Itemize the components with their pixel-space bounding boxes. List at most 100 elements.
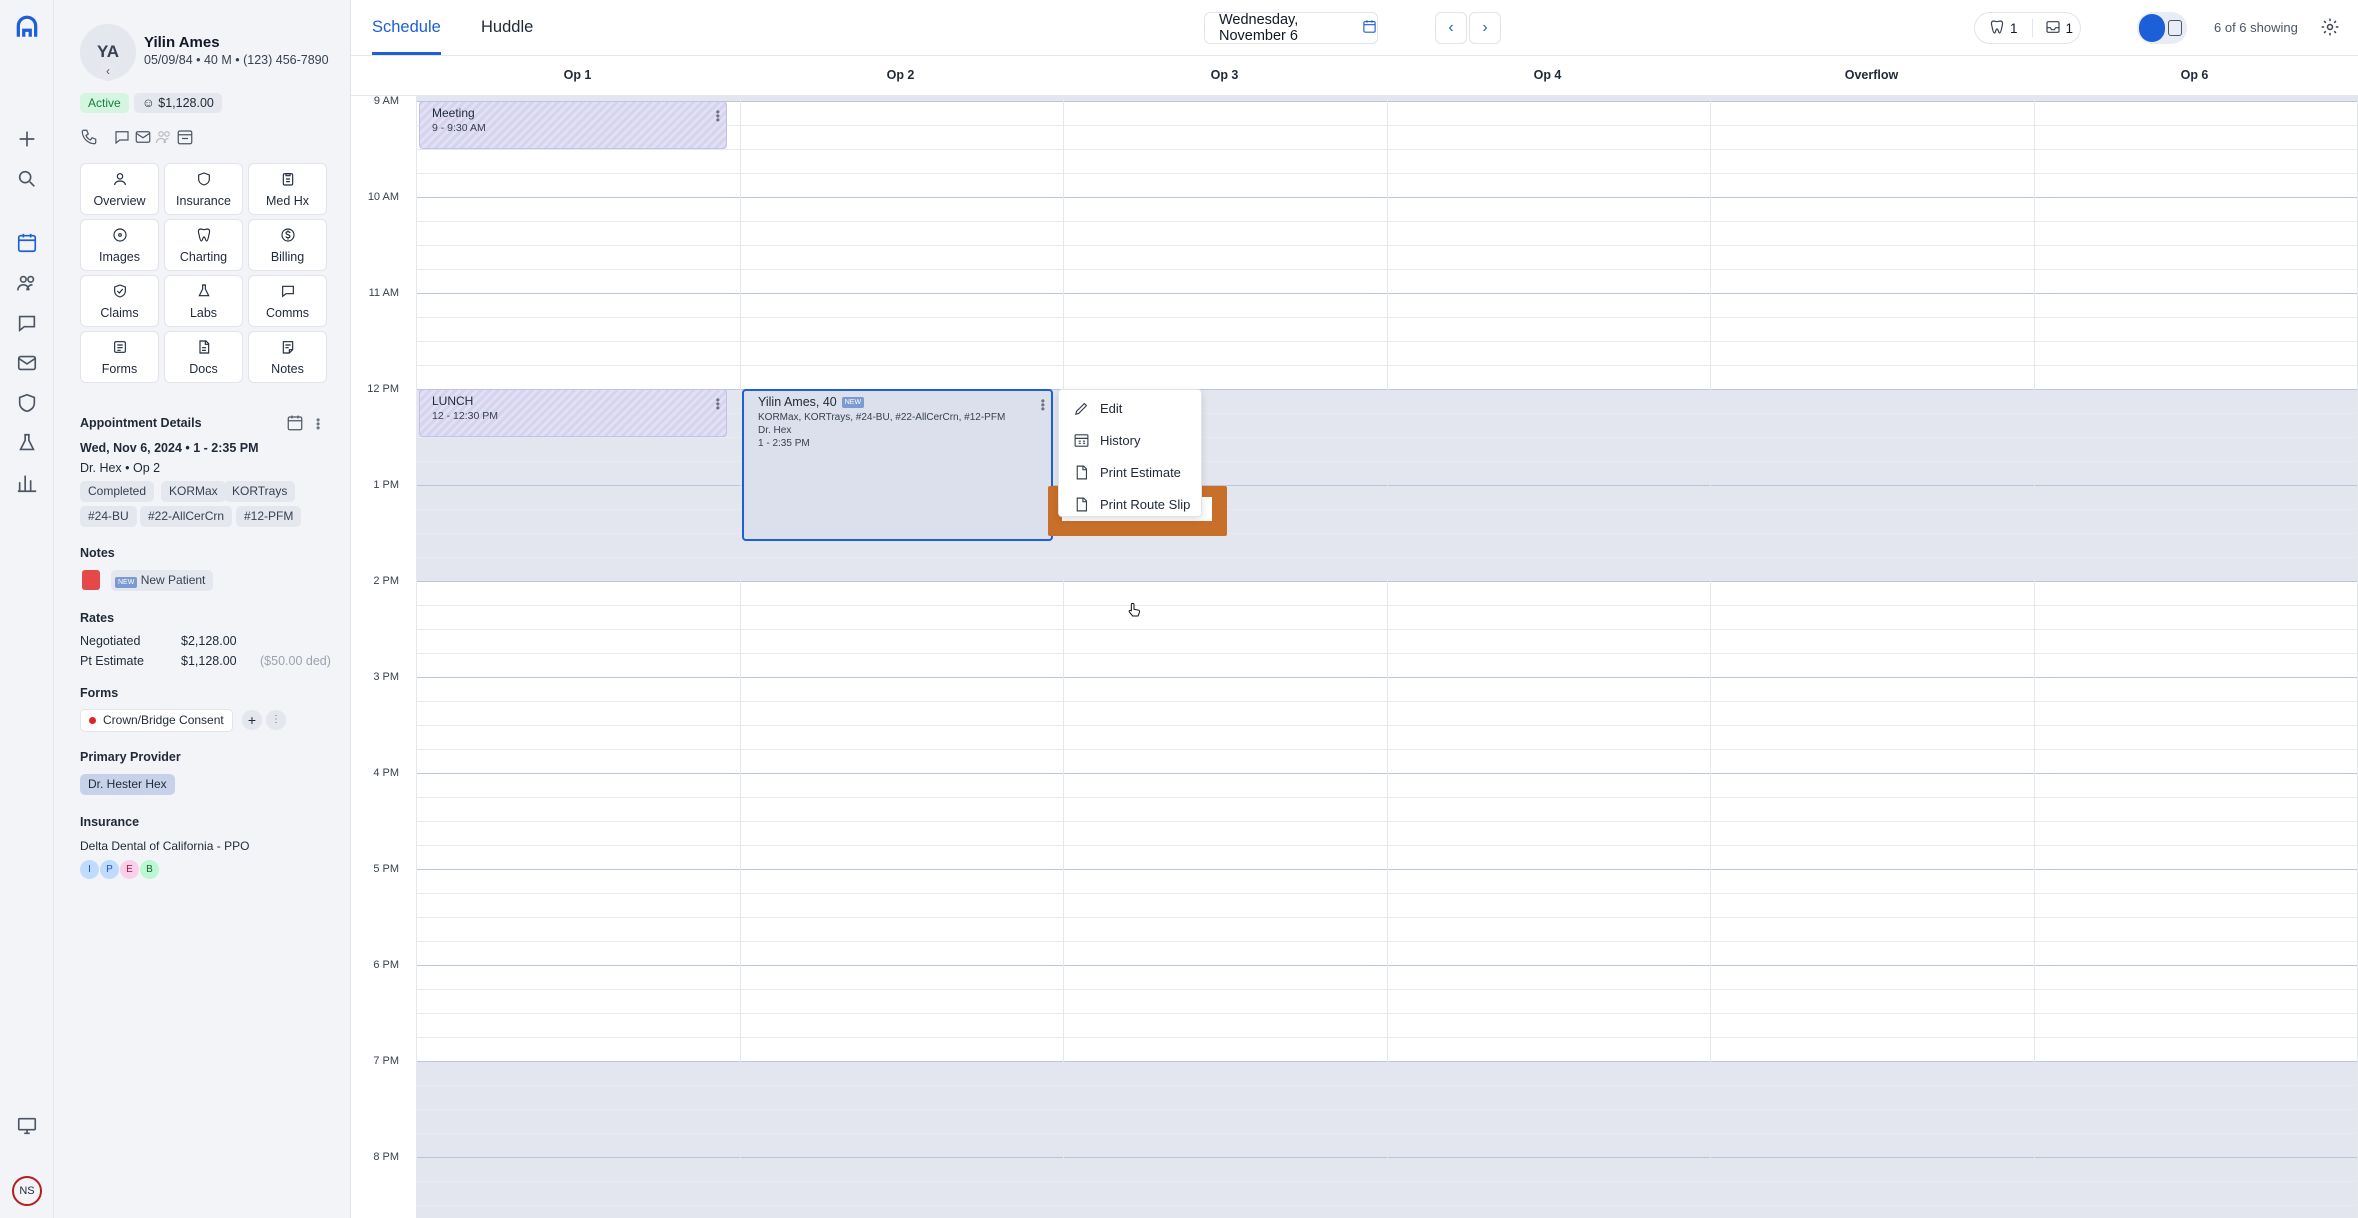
new-patient-note[interactable]: NEW New Patient — [111, 570, 214, 591]
appointment-card[interactable]: Yilin Ames, 40 NEW KORMax, KORTrays, #24-… — [742, 389, 1053, 541]
form-status-dot — [89, 717, 96, 724]
tab-schedule[interactable]: Schedule — [372, 18, 441, 37]
count-a: 1 — [2010, 20, 2018, 36]
more-options-icon[interactable]: • • • — [1041, 395, 1045, 415]
left-nav: NS — [0, 0, 54, 1218]
email-icon[interactable] — [134, 128, 152, 146]
form-item[interactable]: Crown/Bridge Consent — [80, 709, 233, 732]
insurance-plan[interactable]: Delta Dental of California - PPO — [80, 839, 249, 853]
calendar-icon[interactable] — [286, 414, 304, 432]
patient-name[interactable]: Yilin Ames — [144, 34, 220, 51]
column-header-op2[interactable]: Op 2 — [739, 68, 1062, 82]
more-options-icon[interactable]: • • • — [316, 414, 320, 434]
appointment-tag: #22-AllCerCrn — [140, 506, 233, 527]
date-picker[interactable]: Wednesday, November 6 — [1204, 12, 1378, 44]
appointment-tag: #12-PFM — [236, 506, 302, 527]
gear-icon[interactable] — [2320, 17, 2340, 37]
flask-icon[interactable] — [14, 430, 40, 456]
form-item-label: Crown/Bridge Consent — [103, 713, 224, 727]
columns-showing[interactable]: 6 of 6 showing — [2214, 20, 2298, 35]
shield-icon[interactable] — [14, 390, 40, 416]
column-header-op1[interactable]: Op 1 — [416, 68, 739, 82]
collapse-panel-button[interactable]: ‹ — [98, 61, 118, 81]
column-header-overflow[interactable]: Overflow — [1710, 68, 2033, 82]
person-icon: ☺ — [142, 96, 159, 110]
column-header-op4[interactable]: Op 4 — [1386, 68, 1709, 82]
menu-label: Edit — [1100, 401, 1123, 416]
portal-icon[interactable] — [155, 128, 173, 146]
insurance-badge[interactable]: B — [140, 860, 159, 879]
schedule-icon[interactable] — [14, 230, 40, 256]
tile-forms[interactable]: Forms — [80, 331, 159, 383]
menu-item-edit[interactable]: Edit — [1073, 400, 1122, 417]
previous-day-button[interactable]: ‹ — [1435, 12, 1467, 44]
time-label: 7 PM — [373, 1055, 399, 1067]
appointment-time: 1 - 2:35 PM — [758, 438, 810, 449]
column-header-op6[interactable]: Op 6 — [2033, 68, 2356, 82]
insurance-badge[interactable]: I — [80, 860, 99, 879]
form-icon — [112, 339, 128, 358]
block-time: 9 - 9:30 AM — [432, 122, 486, 134]
tile-overview[interactable]: Overview — [80, 163, 159, 215]
column-header-op3[interactable]: Op 3 — [1063, 68, 1386, 82]
inbox-icon — [2045, 19, 2061, 38]
menu-item-print-estimate[interactable]: Print Estimate — [1073, 464, 1181, 481]
monitor-icon[interactable] — [14, 1113, 40, 1139]
tile-label: Comms — [265, 305, 310, 320]
chat-icon[interactable] — [14, 310, 40, 336]
appointment-provider: Dr. Hex — [758, 425, 792, 436]
tile-comms[interactable]: Comms — [248, 275, 327, 327]
insurance-badge[interactable]: P — [100, 860, 119, 879]
rates-heading: Rates — [80, 611, 115, 625]
calendar-check-icon[interactable] — [176, 128, 194, 146]
menu-item-print-route-slip[interactable]: Print Route Slip — [1073, 496, 1190, 513]
app-logo-icon[interactable] — [14, 14, 40, 40]
block-time: 12 - 12:30 PM — [432, 410, 498, 422]
tile-claims[interactable]: Claims — [80, 275, 159, 327]
column-view-icon[interactable] — [2139, 14, 2165, 42]
menu-item-history[interactable]: History — [1073, 432, 1140, 449]
form-more-button[interactable]: ⋮ — [266, 710, 286, 730]
schedule-grid[interactable] — [416, 96, 2358, 1218]
history-icon — [1074, 434, 1089, 447]
date-label: Wednesday, November 6 — [1219, 12, 1299, 44]
time-label: 10 AM — [367, 191, 399, 203]
meeting-block[interactable]: Meeting 9 - 9:30 AM • • • — [419, 101, 727, 149]
tile-notes[interactable]: Notes — [248, 331, 327, 383]
bar-chart-icon[interactable] — [14, 470, 40, 496]
tile-med-hx[interactable]: Med Hx — [248, 163, 327, 215]
tile-insurance[interactable]: Insurance — [164, 163, 243, 215]
time-label: 8 PM — [373, 1151, 399, 1163]
tile-charting[interactable]: Charting — [164, 219, 243, 271]
new-badge: NEW — [841, 396, 865, 408]
note-alert-icon[interactable] — [82, 570, 100, 590]
more-options-icon[interactable]: • • • — [716, 106, 720, 126]
new-badge: NEW — [115, 577, 138, 588]
chair-view-icon[interactable] — [2168, 20, 2182, 36]
patients-icon[interactable] — [14, 270, 40, 296]
view-toggle[interactable] — [2137, 12, 2187, 44]
tab-huddle[interactable]: Huddle — [481, 18, 533, 37]
next-day-button[interactable]: › — [1469, 12, 1501, 44]
insurance-badge[interactable]: E — [120, 860, 139, 879]
primary-provider-chip[interactable]: Dr. Hester Hex — [80, 774, 175, 795]
tile-docs[interactable]: Docs — [164, 331, 243, 383]
schedule-main: Schedule Huddle Wednesday, November 6 ‹ … — [351, 0, 2358, 1218]
more-options-icon[interactable]: • • • — [716, 394, 720, 414]
balance-value: $1,128.00 — [158, 96, 214, 110]
divider — [2031, 19, 2033, 37]
tile-images[interactable]: Images — [80, 219, 159, 271]
tile-billing[interactable]: Billing — [248, 219, 327, 271]
user-avatar[interactable]: NS — [12, 1176, 42, 1206]
sms-icon[interactable] — [113, 128, 131, 146]
phone-icon[interactable] — [80, 128, 98, 146]
add-form-button[interactable]: + — [242, 710, 262, 730]
status-counts[interactable]: 1 1 — [1974, 12, 2081, 44]
tile-label: Forms — [101, 361, 138, 376]
notes-heading: Notes — [80, 546, 115, 560]
lunch-block[interactable]: LUNCH 12 - 12:30 PM • • • — [419, 389, 727, 437]
tile-labs[interactable]: Labs — [164, 275, 243, 327]
search-icon[interactable] — [14, 166, 40, 192]
mail-icon[interactable] — [14, 350, 40, 376]
add-icon[interactable] — [14, 126, 40, 152]
